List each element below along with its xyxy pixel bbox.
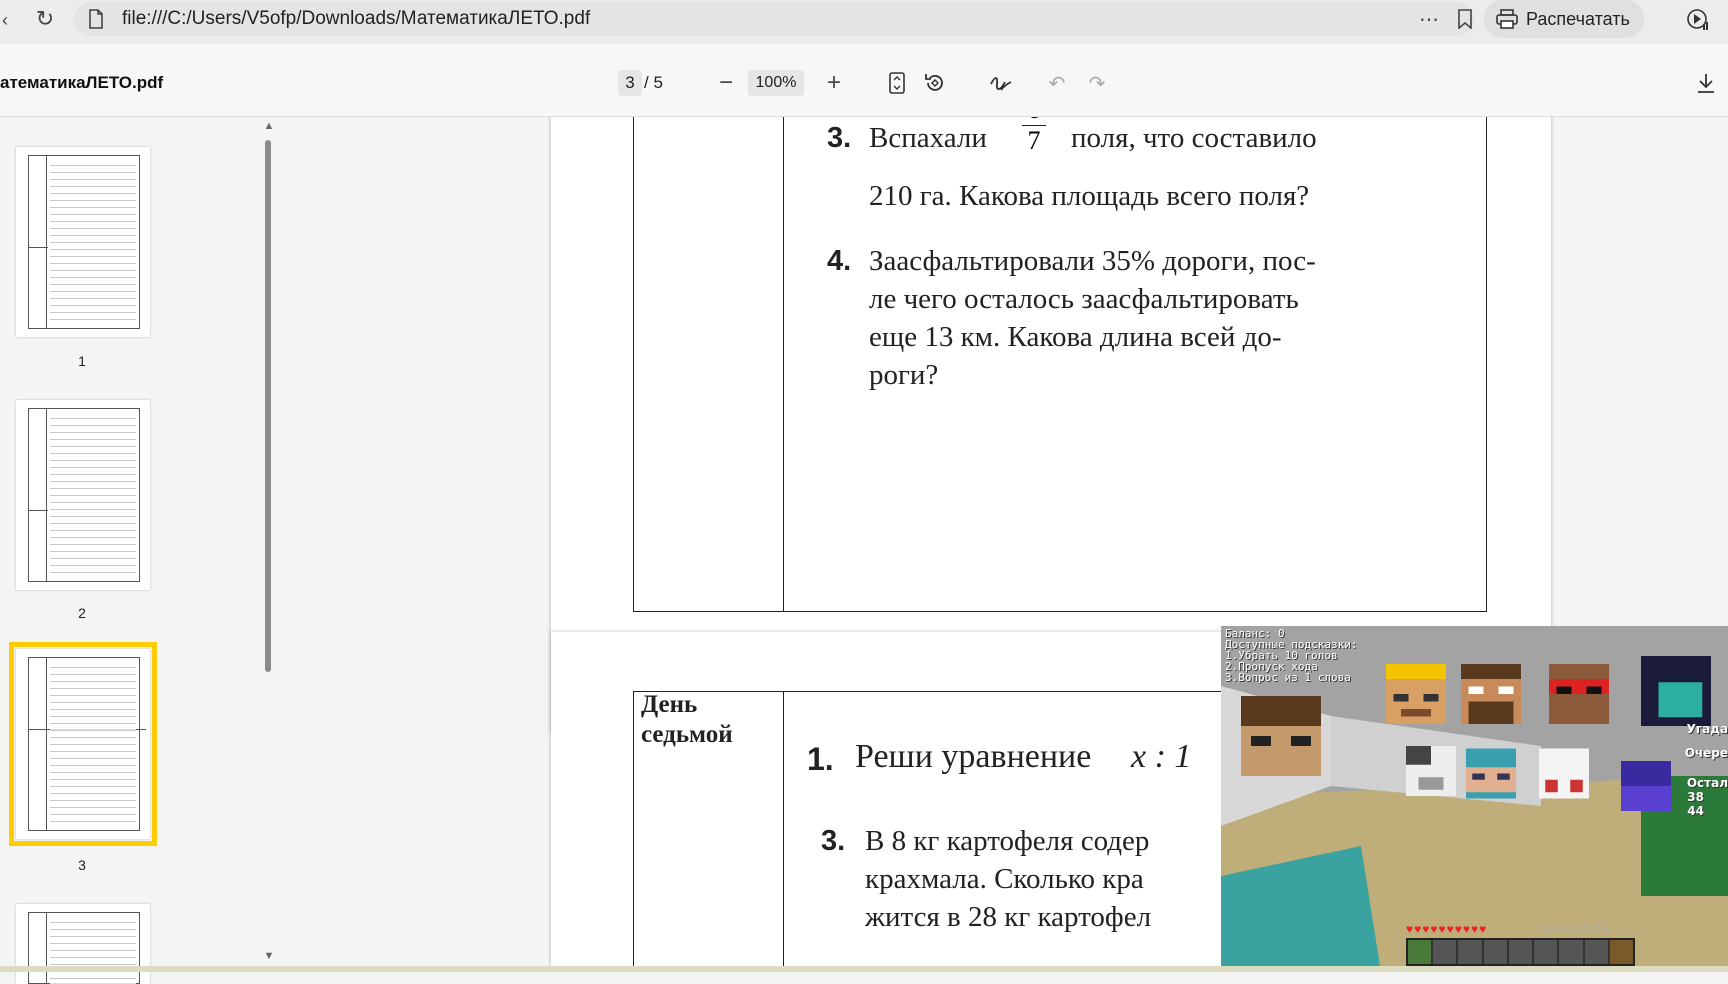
- document-title: атематикаЛЕТО.pdf: [0, 73, 164, 92]
- cow-head-icon: [1406, 746, 1456, 796]
- thumbnail-page-4[interactable]: [16, 904, 150, 984]
- blue-head-icon: [1621, 761, 1671, 811]
- scroll-down-icon[interactable]: ▼: [262, 949, 276, 963]
- pdf-toolbar: атематикаЛЕТО.pdf 3 / 5 − 100% + ↶ ↷: [0, 44, 1728, 117]
- score-38: 38: [1687, 790, 1704, 804]
- thumb-column: [46, 408, 47, 582]
- zoom-level-input[interactable]: 100%: [748, 70, 804, 96]
- hotbar-slot: [1585, 940, 1610, 964]
- bottom-strip: [0, 966, 1728, 972]
- sidebar-scrollbar[interactable]: [265, 140, 271, 672]
- task-1-text: Реши уравнение: [855, 738, 1092, 775]
- back-icon[interactable]: ‹: [0, 8, 10, 32]
- hotbar-slot: [1458, 940, 1484, 964]
- red-mask-head-icon: [1549, 664, 1609, 724]
- fit-page-icon[interactable]: [884, 68, 910, 98]
- side-label-queue: Очере: [1684, 746, 1728, 760]
- task-3-text-b: поля, что составило: [1071, 122, 1317, 154]
- page-number-input[interactable]: 3: [618, 70, 642, 96]
- thumb-text: [50, 414, 136, 576]
- hotbar: [1406, 938, 1635, 966]
- thumb-rule: [28, 510, 48, 511]
- day-label-line-2: седьмой: [641, 721, 733, 748]
- thumbnail-label-2: 2: [78, 605, 86, 621]
- score-44: 44: [1687, 804, 1704, 818]
- task-3-line-3: жится в 28 кг картофел: [865, 901, 1152, 933]
- page-count: / 5: [644, 73, 663, 92]
- printer-icon: [1496, 9, 1518, 29]
- file-icon: [86, 8, 106, 30]
- thumbnail-label-1: 1: [78, 353, 86, 369]
- rotate-icon[interactable]: [920, 68, 950, 98]
- fraction-denominator: 7: [1027, 126, 1041, 155]
- zoom-out-icon[interactable]: −: [714, 69, 738, 96]
- table-column-divider: [783, 117, 784, 611]
- hotbar-slot: [1484, 940, 1509, 964]
- side-label-guess: Угада: [1686, 722, 1728, 736]
- health-hearts: ♥♥♥♥♥♥♥♥♥♥: [1406, 922, 1488, 936]
- table-column-divider: [783, 691, 784, 972]
- print-label: Распечатать: [1526, 8, 1630, 29]
- armor-icons: ◊◊◊◊◊◊◊◊◊◊: [1541, 922, 1611, 936]
- task-3-text-line2: 210 га. Какова площадь всего поля?: [869, 180, 1310, 212]
- task-4-number: 4.: [827, 245, 852, 277]
- draw-icon[interactable]: [986, 68, 1016, 98]
- thumb-text: [50, 161, 136, 323]
- thumbnail-label-3: 3: [78, 857, 86, 873]
- reload-icon[interactable]: ↻: [32, 6, 58, 32]
- task-4-line-4: роги?: [869, 359, 939, 391]
- thumb-column: [46, 155, 47, 329]
- bearded-head-icon: [1461, 664, 1521, 724]
- thumb-rule: [28, 247, 48, 248]
- hotbar-slot: [1408, 940, 1434, 964]
- day-label-line-1: День: [641, 691, 698, 718]
- thumb-column: [46, 912, 47, 984]
- hotbar-slot: [1559, 940, 1585, 964]
- player-head-icon: [1241, 696, 1321, 776]
- task-1-number: 1.: [807, 741, 834, 777]
- hint-panel: Баланс: 0 Доступные подсказки: 1.Убрать …: [1225, 627, 1358, 684]
- task-4-line-1: Заасфальтировали 35% дороги, пос-: [869, 245, 1316, 277]
- hotbar-slot: [1433, 940, 1459, 964]
- task-3-number: 3.: [821, 825, 846, 857]
- thumb-text: [50, 663, 136, 825]
- task-3-line-1: В 8 кг картофеля содер: [865, 825, 1150, 857]
- thumb-text: [50, 918, 136, 984]
- thumbnail-page-3[interactable]: [9, 642, 157, 846]
- thumb-column: [46, 657, 47, 831]
- thumbnail-page-1[interactable]: [16, 147, 150, 337]
- hotbar-slot: [1609, 940, 1633, 964]
- scroll-up-icon[interactable]: ▲: [262, 119, 276, 133]
- task-4-line-3: еще 13 км. Какова длина всей до-: [869, 321, 1282, 353]
- url-text[interactable]: file:///C:/Users/V5ofp/Downloads/Математ…: [122, 8, 590, 30]
- more-icon[interactable]: ⋯: [1414, 6, 1444, 32]
- task-3-fraction: 6 7: [1022, 117, 1046, 154]
- task-1-variable: x : 1: [1131, 738, 1192, 775]
- undo-icon[interactable]: ↶: [1044, 70, 1070, 96]
- fraction-numerator: 6: [1022, 117, 1046, 123]
- task-3-number: 3.: [827, 122, 852, 154]
- task-4-line-2: ле чего осталось заасфальтировать: [869, 283, 1299, 315]
- teal-head-icon: [1466, 748, 1516, 799]
- side-label-remaining: Остал: [1686, 776, 1728, 790]
- thumbnail-page-2[interactable]: [16, 400, 150, 590]
- redo-icon[interactable]: ↷: [1084, 70, 1110, 96]
- task-3-text-a: Вспахали: [869, 122, 987, 154]
- browser-address-bar: ‹ ↻ file:///C:/Users/V5ofp/Downloads/Мат…: [0, 0, 1728, 44]
- task-3-line-2: крахмала. Сколько кра: [865, 863, 1144, 895]
- print-button[interactable]: Распечатать: [1484, 0, 1644, 38]
- media-icon[interactable]: [1684, 6, 1712, 34]
- download-icon[interactable]: [1692, 68, 1720, 98]
- video-overlay[interactable]: Баланс: 0 Доступные подсказки: 1.Убрать …: [1221, 626, 1728, 972]
- crowned-head-icon: [1386, 664, 1446, 724]
- zoom-in-icon[interactable]: +: [822, 69, 846, 96]
- hotbar-slot: [1509, 940, 1535, 964]
- hotbar-slot: [1534, 940, 1560, 964]
- dark-head-icon: [1641, 656, 1711, 726]
- bookmark-icon[interactable]: [1452, 6, 1478, 32]
- thumbnail-sidebar: 1 2 3 ▲ ▼: [0, 117, 282, 984]
- white-head-icon: [1539, 748, 1589, 799]
